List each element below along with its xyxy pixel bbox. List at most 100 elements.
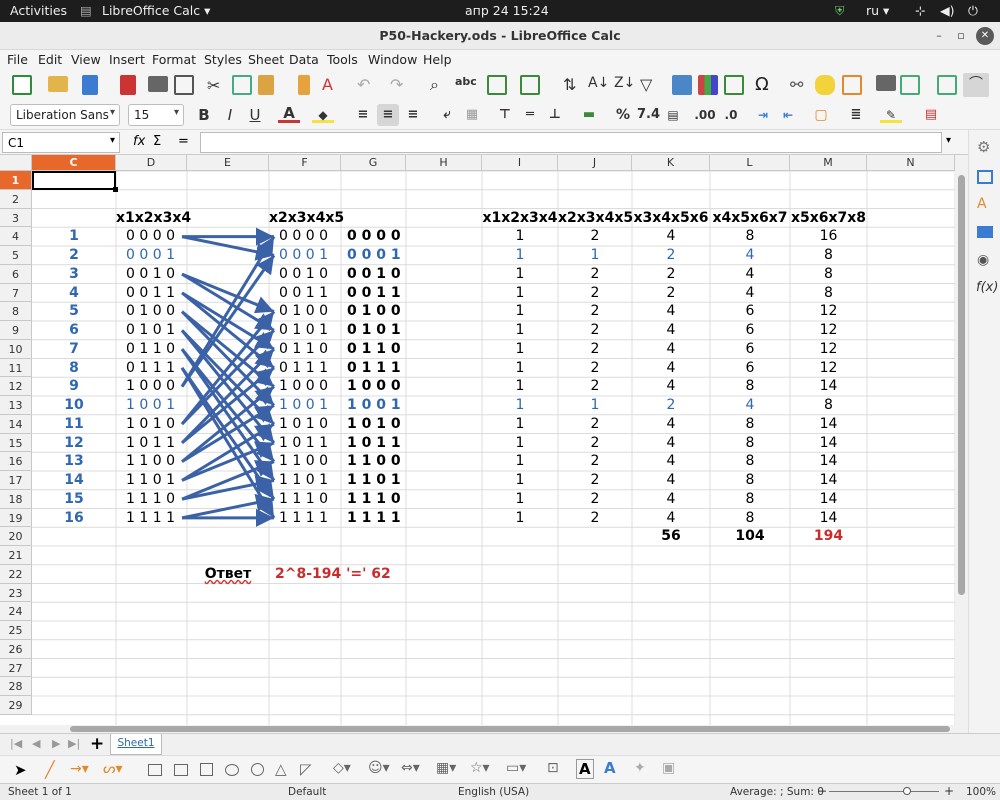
insert-image-icon[interactable] [672,75,692,95]
row-header[interactable]: 20 [0,527,32,546]
header-cell[interactable]: x2x3x4x5 [269,209,344,228]
stars-icon[interactable]: ☆▾ [470,760,490,776]
vertical-scrollbar[interactable] [955,155,968,725]
export-pdf-icon[interactable] [120,75,136,95]
cell-k[interactable]: 4 [632,340,710,359]
maximize-button[interactable]: ▫ [952,27,970,45]
row-header[interactable]: 19 [0,508,32,528]
zoom-level[interactable]: 100% [966,786,996,798]
column-header-k[interactable]: K [632,155,710,171]
gear-icon[interactable]: ⚙ [977,138,990,156]
row-header[interactable]: 28 [0,677,32,696]
right-triangle-icon[interactable]: ◸ [300,760,312,778]
cell-g[interactable]: 1 1 1 0 [347,490,406,509]
paste-icon[interactable] [258,75,274,95]
cell-n[interactable]: 6 [32,321,116,340]
cell-l[interactable]: 4 [710,284,790,303]
cell-g[interactable]: 0 0 1 0 [347,265,406,284]
menu-help[interactable]: Help [423,52,452,67]
row-header[interactable]: 18 [0,489,32,509]
cell-k[interactable]: 2 [632,265,710,284]
text-box-icon[interactable]: A [576,759,594,779]
row-header[interactable]: 23 [0,583,32,603]
cell-i[interactable]: 1 [482,302,558,321]
cell-d[interactable]: 0 0 0 0 [126,227,187,246]
undo-icon[interactable]: ↶ [357,75,377,95]
header-cell[interactable]: x5x6x7x8 [790,209,867,228]
zoom-thumb[interactable] [903,787,911,795]
basic-shapes-icon[interactable]: ◇▾ [333,760,351,776]
row-header[interactable]: 4 [0,227,32,246]
expand-formula-icon[interactable]: ▾ [946,135,951,146]
cell-g[interactable]: 1 0 1 1 [347,434,406,453]
center-vertically-icon[interactable]: ═ [519,104,541,126]
save-icon[interactable] [82,75,98,95]
cell-k[interactable]: 4 [632,452,710,471]
cell-f[interactable]: 1 0 1 0 [279,415,341,434]
column-header-m[interactable]: M [790,155,867,171]
cell-j[interactable]: 2 [558,227,632,246]
add-decimal-icon[interactable]: .00 [694,104,716,126]
cell-g[interactable]: 0 0 1 1 [347,284,406,303]
cell-k[interactable]: 4 [632,509,710,528]
cell-i[interactable]: 1 [482,452,558,471]
cell-m[interactable]: 12 [790,340,867,359]
menu-sheet[interactable]: Sheet [248,52,284,67]
cell-m[interactable]: 8 [790,284,867,303]
column-header-g[interactable]: G [341,155,406,171]
cell-g[interactable]: 0 1 0 0 [347,302,406,321]
header-cell[interactable]: x1x2x3x4 [116,209,191,228]
formula-input[interactable] [200,132,942,153]
cell-k[interactable]: 4 [632,415,710,434]
cell-f[interactable]: 1 0 0 0 [279,377,341,396]
row-header[interactable]: 15 [0,433,32,453]
menu-styles[interactable]: Styles [204,52,242,67]
cell-j[interactable]: 2 [558,321,632,340]
cell-m[interactable]: 14 [790,434,867,453]
percent-format-icon[interactable]: % [612,104,634,126]
cell-f[interactable]: 1 0 0 1 [279,396,341,415]
menu-insert[interactable]: Insert [109,52,145,67]
vertical-scroll-thumb[interactable] [958,175,965,595]
line-icon[interactable]: ╱ [45,760,55,779]
cell-g[interactable]: 0 1 1 0 [347,340,406,359]
total-m[interactable]: 194 [790,527,867,546]
answer-label[interactable]: Ответ [187,565,269,584]
cell-i[interactable]: 1 [482,415,558,434]
redo-icon[interactable]: ↷ [390,75,410,95]
cell-l[interactable]: 8 [710,509,790,528]
cell-f[interactable]: 0 0 1 1 [279,284,341,303]
cell-d[interactable]: 0 1 1 1 [126,359,187,378]
cell-g[interactable]: 0 1 1 1 [347,359,406,378]
row-header[interactable]: 8 [0,302,32,321]
cell-i[interactable]: 1 [482,321,558,340]
align-right-icon[interactable]: ≡ [402,104,424,126]
autofilter-icon[interactable]: ▽ [640,75,660,95]
cell-d[interactable]: 1 0 1 0 [126,415,187,434]
cell-l[interactable]: 8 [710,452,790,471]
column-header-c[interactable]: C [32,155,116,171]
column-header-l[interactable]: L [710,155,790,171]
triangle-icon[interactable]: △ [275,760,287,778]
bold-button[interactable]: B [193,104,215,126]
toggle-extrusion-icon[interactable]: ▣ [662,760,675,776]
language-indicator[interactable]: ru ▾ [866,3,889,18]
italic-button[interactable]: I [219,104,241,126]
cell-m[interactable]: 8 [790,396,867,415]
row-header[interactable]: 1 [0,171,32,190]
callouts-icon[interactable]: ▭▾ [506,760,526,776]
cell-m[interactable]: 16 [790,227,867,246]
cell-j[interactable]: 2 [558,284,632,303]
header-cell[interactable]: x3x4x5x6 [632,209,710,228]
clone-formatting-icon[interactable] [298,75,310,95]
date-format-icon[interactable]: ▤ [662,104,684,126]
cell-i[interactable]: 1 [482,246,558,265]
row-header[interactable]: 16 [0,452,32,471]
total-l[interactable]: 104 [710,527,790,546]
menu-window[interactable]: Window [368,52,417,67]
cell-n[interactable]: 16 [32,509,116,528]
increase-indent-icon[interactable]: ⇥ [752,104,774,126]
cell-k[interactable]: 4 [632,302,710,321]
cell-g[interactable]: 0 0 0 1 [347,246,406,265]
column-header-d[interactable]: D [116,155,187,171]
